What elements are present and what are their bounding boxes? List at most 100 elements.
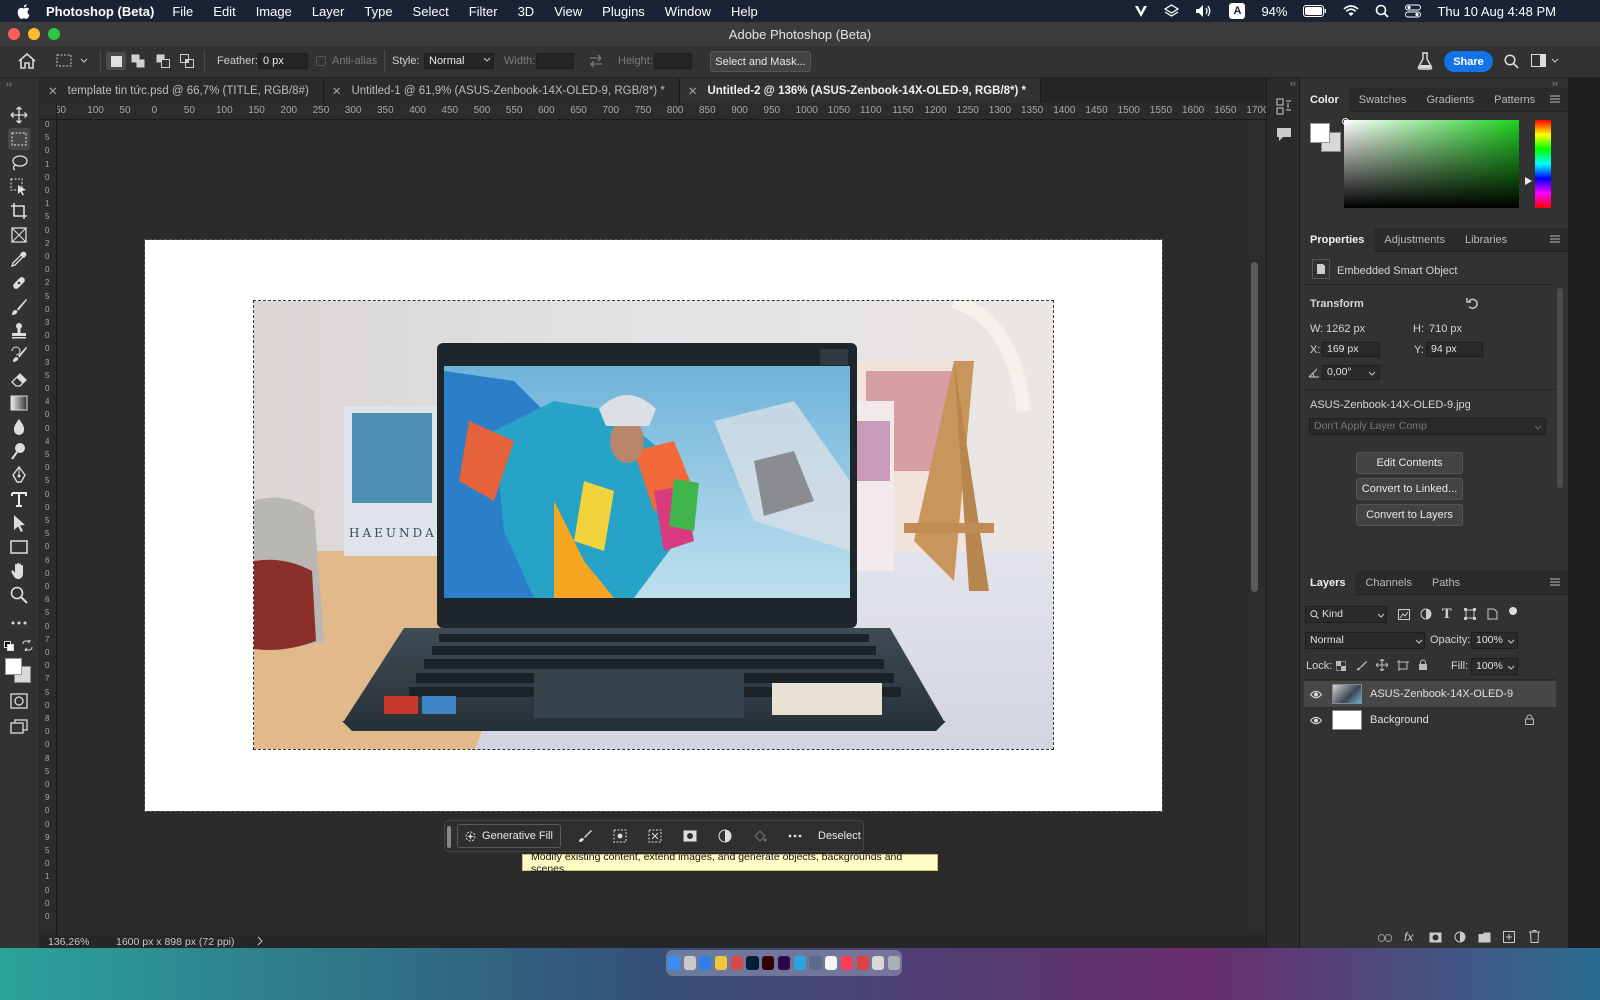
generative-fill-button[interactable]: Generative Fill: [457, 824, 561, 848]
minimize-window-button[interactable]: [28, 28, 40, 40]
eyedropper-tool-icon[interactable]: [8, 248, 30, 270]
marquee-preset-icon[interactable]: [56, 54, 90, 68]
path-selection-tool-icon[interactable]: [8, 512, 30, 534]
menu-type[interactable]: Type: [364, 4, 392, 19]
workspace-icon[interactable]: [1531, 54, 1559, 68]
lock-all-icon[interactable]: [1418, 659, 1428, 671]
panel-foreground-swatch[interactable]: [1310, 123, 1330, 143]
downloads-folder-icon[interactable]: [872, 956, 885, 970]
more-tools-icon[interactable]: [8, 612, 30, 634]
lock-pixels-icon[interactable]: [1356, 660, 1367, 671]
notion-icon[interactable]: [825, 956, 838, 970]
eye-visibility-icon[interactable]: [1310, 716, 1322, 725]
chevron-right-icon[interactable]: [256, 935, 264, 947]
screen-mode-icon[interactable]: [8, 716, 30, 738]
panel-menu-icon[interactable]: [1550, 235, 1560, 243]
color-picker-field[interactable]: [1344, 120, 1519, 208]
layer-name[interactable]: Background: [1370, 714, 1429, 726]
menu-filter[interactable]: Filter: [469, 4, 498, 19]
chevron-down-icon[interactable]: [1507, 639, 1515, 645]
blur-tool-icon[interactable]: [8, 416, 30, 438]
anti-alias-checkbox[interactable]: [316, 56, 326, 66]
height-input[interactable]: [654, 53, 692, 69]
menu-plugins[interactable]: Plugins: [602, 4, 645, 19]
eye-visibility-icon[interactable]: [1310, 690, 1322, 699]
menu-file[interactable]: File: [172, 4, 193, 19]
vpn-icon[interactable]: [1134, 4, 1148, 18]
share-button[interactable]: Share: [1444, 51, 1493, 72]
height-prop-value[interactable]: 710 px: [1429, 323, 1462, 335]
menu-layer[interactable]: Layer: [312, 4, 345, 19]
tab-untitled-1[interactable]: ✕ Untitled-1 @ 61,9% (ASUS-Zenbook-14X-O…: [323, 78, 680, 103]
hue-slider[interactable]: [1535, 120, 1551, 208]
finder-icon[interactable]: [667, 956, 680, 970]
launchpad-icon[interactable]: [683, 956, 696, 970]
tab-properties[interactable]: Properties: [1300, 227, 1375, 252]
collapse-panels-icon[interactable]: ‹‹: [1290, 78, 1296, 88]
new-adjustment-layer-icon[interactable]: [1454, 931, 1466, 943]
type-tool-icon[interactable]: [8, 488, 30, 510]
smart-object-filter-icon[interactable]: [1487, 608, 1498, 620]
apple-icon[interactable]: [0, 3, 46, 19]
layer-comp-select[interactable]: Don't Apply Layer Comp: [1309, 418, 1546, 435]
chrome-icon[interactable]: [715, 956, 728, 970]
zoom-window-button[interactable]: [48, 28, 60, 40]
zoom-tool-icon[interactable]: [8, 584, 30, 606]
chevron-down-icon[interactable]: [1368, 371, 1376, 377]
control-center-icon[interactable]: [1405, 4, 1422, 18]
battery-icon[interactable]: [1303, 5, 1327, 17]
collapse-toolbar-icon[interactable]: ››: [6, 79, 12, 89]
dodge-tool-icon[interactable]: [8, 440, 30, 462]
tab-template-tin-tuc[interactable]: ✕ template tin tức.psd @ 66,7% (TITLE, R…: [40, 78, 324, 103]
tab-gradients[interactable]: Gradients: [1416, 88, 1484, 112]
illustrator-icon[interactable]: [762, 956, 775, 970]
tab-paths[interactable]: Paths: [1422, 571, 1470, 595]
more-options-icon[interactable]: [777, 834, 812, 838]
photoshop-icon[interactable]: [746, 956, 759, 970]
width-prop-value[interactable]: 1262 px: [1326, 323, 1365, 335]
chevron-down-icon[interactable]: [1507, 665, 1515, 671]
close-tab-icon[interactable]: ✕: [688, 84, 698, 98]
x-position-input[interactable]: 169 px: [1322, 342, 1380, 357]
width-input[interactable]: [536, 53, 574, 69]
tab-libraries[interactable]: Libraries: [1455, 228, 1517, 252]
shape-filter-icon[interactable]: [1464, 608, 1476, 620]
feather-input[interactable]: 0 px: [258, 53, 308, 69]
y-position-input[interactable]: 94 px: [1426, 342, 1483, 357]
wifi-icon[interactable]: [1343, 5, 1359, 17]
layer-name[interactable]: ASUS-Zenbook-14X-OLED-9: [1370, 688, 1513, 700]
document-info[interactable]: 1600 px x 898 px (72 ppi): [116, 936, 235, 948]
color-picker-handle[interactable]: [1342, 118, 1349, 125]
object-selection-tool-icon[interactable]: [8, 176, 30, 198]
app-icon[interactable]: [856, 956, 869, 970]
tab-swatches[interactable]: Swatches: [1349, 88, 1417, 112]
history-brush-icon[interactable]: [8, 344, 30, 366]
hand-tool-icon[interactable]: [8, 560, 30, 582]
layer-filter-select[interactable]: Kind: [1305, 606, 1387, 623]
blend-mode-select[interactable]: Normal: [1305, 632, 1425, 649]
menu-help[interactable]: Help: [731, 4, 758, 19]
telegram-icon[interactable]: [793, 956, 806, 970]
rectangle-tool-icon[interactable]: [8, 536, 30, 558]
menu-window[interactable]: Window: [665, 4, 711, 19]
new-group-icon[interactable]: [1478, 932, 1491, 943]
app-icon[interactable]: [809, 956, 822, 970]
gradient-tool-icon[interactable]: [8, 392, 30, 414]
tab-untitled-2[interactable]: ✕ Untitled-2 @ 136% (ASUS-Zenbook-14X-OL…: [679, 78, 1042, 103]
app-icon[interactable]: [730, 956, 743, 970]
type-filter-icon[interactable]: T: [1442, 607, 1452, 622]
laptop-photo-layer[interactable]: HAEUNDA: [253, 300, 1054, 750]
tab-color[interactable]: Color: [1300, 87, 1349, 112]
pixel-filter-icon[interactable]: [1398, 609, 1410, 620]
collapse-right-panel-icon[interactable]: ››: [1552, 78, 1558, 88]
spotlight-search-icon[interactable]: [1375, 4, 1390, 18]
menu-select[interactable]: Select: [413, 4, 449, 19]
select-and-mask-button[interactable]: Select and Mask...: [710, 51, 811, 72]
menubar-clock[interactable]: Thu 10 Aug 4:48 PM: [1437, 4, 1556, 19]
quick-mask-icon[interactable]: [8, 690, 30, 712]
close-tab-icon[interactable]: ✕: [48, 84, 58, 98]
spot-healing-brush-icon[interactable]: [8, 272, 30, 294]
rectangular-marquee-tool-icon[interactable]: [8, 128, 30, 150]
modify-selection-brush-icon[interactable]: [567, 829, 602, 843]
premiere-icon[interactable]: [777, 956, 791, 970]
